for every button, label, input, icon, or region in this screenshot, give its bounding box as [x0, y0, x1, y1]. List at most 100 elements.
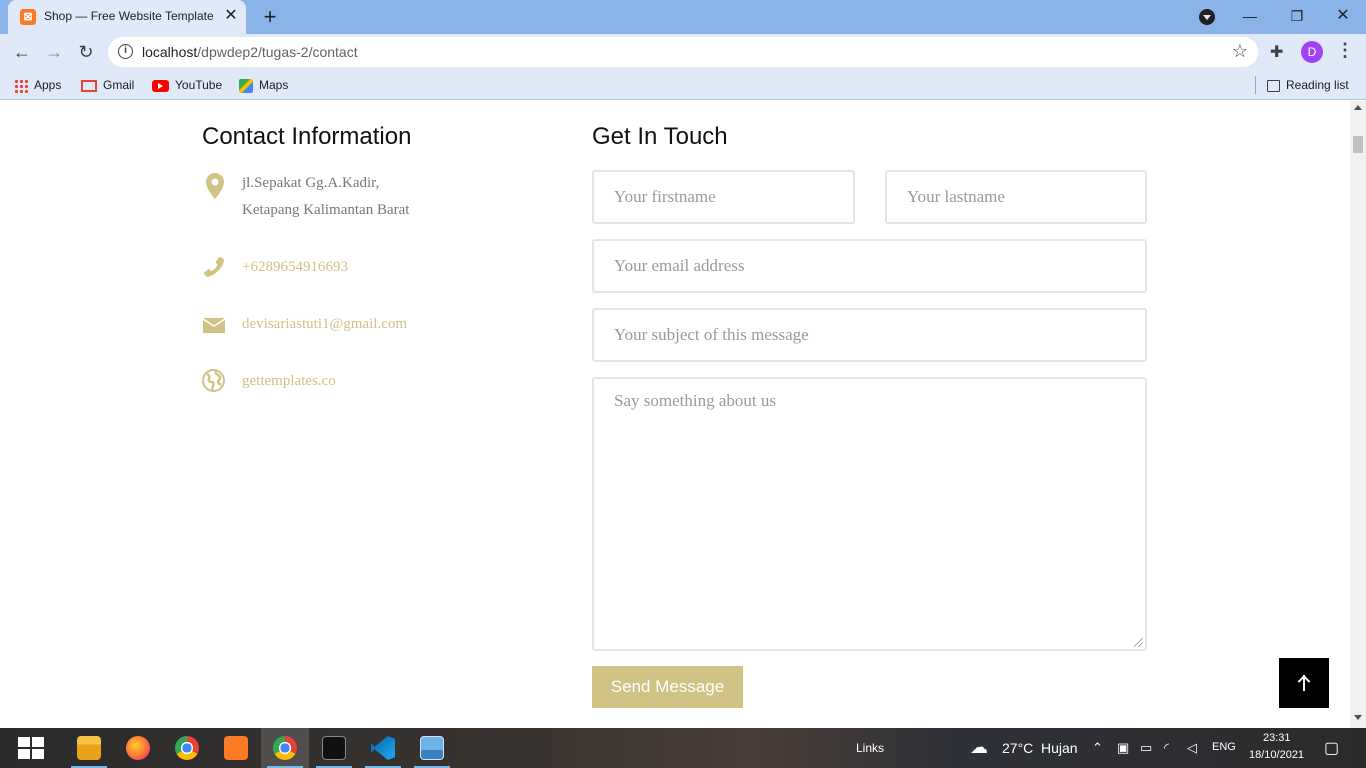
bookmark-label: YouTube: [175, 78, 223, 92]
resize-grip-icon[interactable]: [1134, 638, 1143, 647]
taskbar-file-explorer[interactable]: [65, 728, 113, 768]
message-textarea[interactable]: [614, 379, 1125, 649]
xampp-favicon-icon: ⊠: [20, 9, 36, 25]
notifications-icon[interactable]: ▢: [1324, 738, 1339, 758]
reading-list-button[interactable]: Reading list: [1267, 76, 1349, 94]
taskbar-chrome[interactable]: [163, 728, 211, 768]
scroll-up-arrow-icon[interactable]: [1354, 105, 1362, 110]
page-viewport: Contact Information Get In Touch jl.Sepa…: [0, 101, 1350, 728]
taskbar-firefox[interactable]: [114, 728, 162, 768]
restore-icon[interactable]: ❐: [1285, 4, 1309, 28]
url-host: localhost: [142, 44, 198, 60]
clock-date: 18/10/2021: [1249, 749, 1305, 761]
phone-link[interactable]: +6289654916693: [242, 254, 542, 281]
bookmark-maps[interactable]: Maps: [239, 76, 288, 94]
taskbar-vscode[interactable]: [359, 728, 407, 768]
bookmark-apps[interactable]: Apps: [14, 76, 61, 94]
weather-description: Hujan: [1041, 740, 1078, 756]
file-explorer-icon: [77, 736, 101, 760]
firstname-field[interactable]: [592, 170, 855, 224]
url-text: localhost/dpwdep2/tugas-2/contact: [142, 44, 358, 60]
email-input[interactable]: [614, 241, 1125, 291]
gmail-icon: [81, 79, 97, 92]
extensions-puzzle-icon[interactable]: ✚: [1270, 42, 1283, 62]
email-field[interactable]: [592, 239, 1147, 293]
contact-information-heading: Contact Information: [202, 123, 412, 150]
firefox-icon: [126, 736, 150, 760]
new-tab-icon[interactable]: +: [259, 6, 281, 28]
close-window-icon[interactable]: ✕: [1331, 4, 1355, 28]
email-link[interactable]: devisariastuti1@gmail.com: [242, 311, 542, 338]
reading-list-icon: [1267, 79, 1280, 92]
bookmark-label: Gmail: [103, 78, 135, 92]
vscode-icon: [371, 736, 395, 760]
chrome-menu-icon[interactable]: ⋮: [1336, 40, 1354, 61]
reload-icon[interactable]: ↻: [74, 40, 98, 64]
windows-taskbar: Links ☁ 27°C Hujan ⌃ ▣ ▭ ◜ ◁ ENG 23:31 1…: [0, 728, 1366, 768]
weather-rain-cloud-icon: ☁: [970, 737, 988, 757]
meet-now-icon[interactable]: ▣: [1117, 740, 1129, 756]
youtube-icon: [152, 79, 169, 92]
get-in-touch-heading: Get In Touch: [592, 123, 728, 150]
scroll-down-arrow-icon[interactable]: [1354, 715, 1362, 720]
xampp-icon: [224, 736, 248, 760]
lastname-field[interactable]: [885, 170, 1147, 224]
bookmark-label: Maps: [259, 78, 289, 92]
scroll-thumb[interactable]: [1353, 136, 1363, 153]
site-info-icon[interactable]: i: [118, 44, 133, 59]
input-language[interactable]: ENG: [1212, 741, 1236, 753]
bookmark-label: Apps: [34, 78, 62, 92]
reading-list-label: Reading list: [1286, 78, 1349, 92]
back-to-top-button[interactable]: [1279, 658, 1329, 708]
minimize-icon[interactable]: —: [1238, 4, 1262, 28]
address-text: jl.Sepakat Gg.A.Kadir, Ketapang Kalimant…: [242, 170, 542, 224]
subject-input[interactable]: [614, 310, 1125, 360]
tab-title: Shop — Free Website Template, F: [44, 9, 214, 23]
close-tab-icon[interactable]: ✕: [222, 7, 240, 25]
network-icon[interactable]: ◜: [1164, 740, 1169, 756]
browser-toolbar: ← → ↻ i localhost/dpwdep2/tugas-2/contac…: [0, 34, 1366, 70]
browser-tab[interactable]: ⊠ Shop — Free Website Template, F ✕: [8, 0, 246, 34]
website-link[interactable]: gettemplates.co: [242, 368, 542, 395]
bookmark-star-icon[interactable]: ☆: [1232, 41, 1248, 62]
chrome-profile-icon: [273, 736, 297, 760]
clock-time: 23:31: [1263, 732, 1291, 744]
phone-icon: [203, 256, 227, 281]
subject-field[interactable]: [592, 308, 1147, 362]
profile-avatar[interactable]: D: [1301, 41, 1323, 63]
bookmarks-divider: [1255, 76, 1256, 94]
arrow-up-head: [1297, 675, 1311, 688]
tab-search-icon[interactable]: [1199, 9, 1215, 25]
address-bar[interactable]: i localhost/dpwdep2/tugas-2/contact ☆: [108, 37, 1258, 67]
taskbar-xampp[interactable]: [212, 728, 260, 768]
globe-icon: [202, 369, 226, 393]
page-scrollbar[interactable]: [1350, 101, 1366, 728]
firstname-input[interactable]: [614, 172, 833, 222]
taskbar-chrome-profile[interactable]: [261, 728, 309, 768]
battery-icon[interactable]: ▭: [1140, 740, 1152, 756]
message-field[interactable]: [592, 377, 1147, 651]
url-path: /dpwdep2/tugas-2/contact: [197, 44, 358, 60]
address-line-2: Ketapang Kalimantan Barat: [242, 202, 410, 218]
browser-tab-strip: ⊠ Shop — Free Website Template, F ✕ + — …: [0, 0, 1366, 34]
links-toolbar-label[interactable]: Links: [856, 741, 884, 755]
back-arrow-icon[interactable]: ←: [10, 40, 34, 64]
windows-start-icon: [18, 737, 44, 759]
send-message-button[interactable]: Send Message: [592, 666, 743, 708]
taskbar-image-viewer[interactable]: [408, 728, 456, 768]
chrome-icon: [175, 736, 199, 760]
mail-icon: [202, 318, 227, 342]
start-button[interactable]: [6, 728, 54, 768]
lastname-input[interactable]: [907, 172, 1125, 222]
forward-arrow-icon[interactable]: →: [42, 40, 66, 64]
weather-temperature: 27°C: [1002, 740, 1034, 756]
maps-icon: [239, 78, 253, 93]
terminal-icon: [322, 736, 346, 760]
apps-icon: [14, 78, 28, 93]
taskbar-terminal[interactable]: [310, 728, 358, 768]
bookmark-gmail[interactable]: Gmail: [81, 76, 134, 94]
bookmark-youtube[interactable]: YouTube: [152, 76, 222, 94]
bookmarks-bar: Apps Gmail YouTube Maps Reading list: [0, 70, 1366, 100]
volume-icon[interactable]: ◁: [1187, 740, 1197, 756]
show-hidden-icons-chevron-icon[interactable]: ⌃: [1092, 740, 1103, 756]
